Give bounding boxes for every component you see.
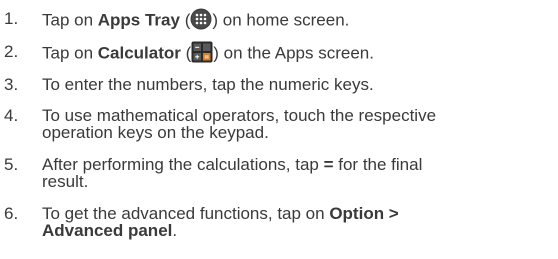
equals-key-label: = <box>323 155 334 174</box>
step-line: Advanced panel. <box>42 222 554 239</box>
step-line: result. <box>42 172 89 191</box>
step-text-plain: ) on home screen. <box>212 10 350 30</box>
apps-tray-icon <box>190 8 212 30</box>
step-line: To get the advanced functions, tap on Op… <box>42 205 554 222</box>
menu-path: Option > <box>329 204 399 223</box>
step-number: 2. <box>4 42 19 61</box>
step-text: Tap on Calculator ( ) on the Apps screen. <box>42 41 554 65</box>
step-text: Tap on Apps Tray ( ) on home screen. <box>42 8 554 32</box>
step-text: To enter the numbers, tap the numeric ke… <box>42 76 554 93</box>
step-line: operation keys on the keypad. <box>42 123 269 142</box>
app-name: Calculator <box>97 43 181 63</box>
step-line: Tap on Apps Tray ( ) on home screen. <box>42 8 554 32</box>
step-line: To use mathematical operators, touch the… <box>42 106 437 125</box>
step-number: 4. <box>4 106 19 125</box>
step-text-plain: . <box>172 221 178 240</box>
step-number: 1. <box>4 9 19 28</box>
step-text-plain: for the final <box>333 155 423 174</box>
step-number: 5. <box>4 155 19 174</box>
app-name: Apps Tray <box>97 10 180 30</box>
step-number: 3. <box>4 75 19 94</box>
step-text: To use mathematical operators, touch the… <box>42 107 554 141</box>
step-text-plain: ( <box>179 10 191 30</box>
step-text: To get the advanced functions, tap on Op… <box>42 205 554 239</box>
step-line: To enter the numbers, tap the numeric ke… <box>42 75 374 94</box>
step-text-plain: ( <box>180 43 192 63</box>
menu-path: Advanced panel <box>42 221 173 240</box>
step-line: Tap on Calculator ( ) on the Apps screen. <box>42 41 554 65</box>
step-text: After performing the calculations, tap =… <box>42 156 554 190</box>
step-number: 6. <box>4 204 19 223</box>
step-line: After performing the calculations, tap =… <box>42 156 554 173</box>
calculator-icon <box>191 41 213 63</box>
step-text-plain: Tap on <box>42 43 98 63</box>
step-text-plain: ) on the Apps screen. <box>213 43 374 63</box>
step-text-plain: Tap on <box>42 10 98 30</box>
